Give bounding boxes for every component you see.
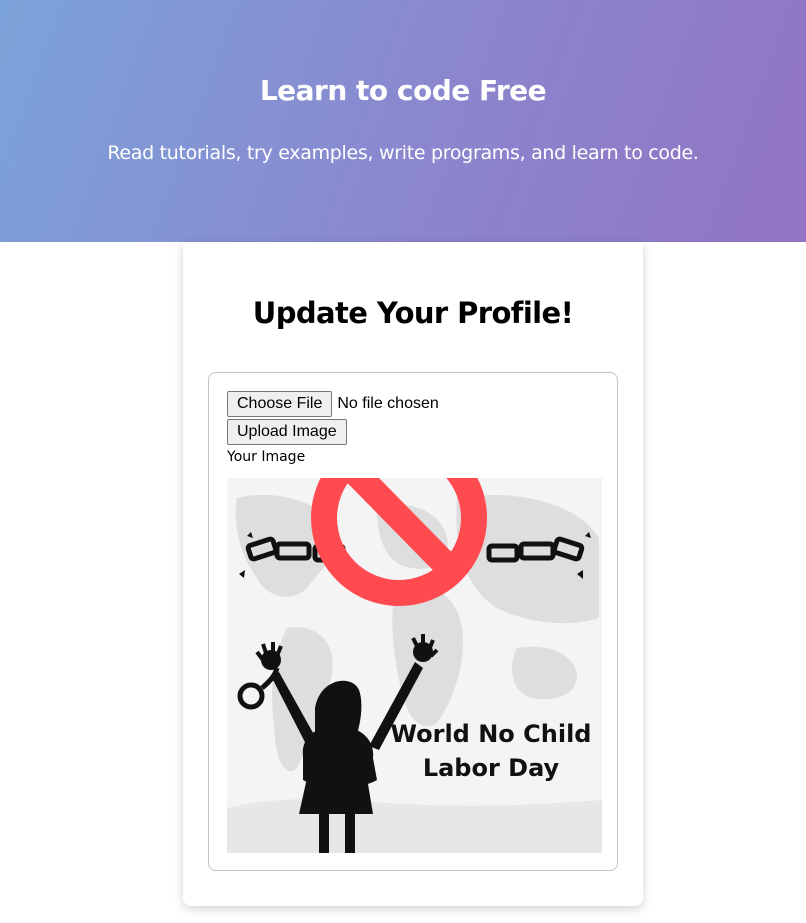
choose-file-button[interactable]: Choose File: [227, 391, 333, 417]
child-labor-day-illustration: World No Child Labor Day: [227, 478, 602, 853]
your-image-label: Your Image: [227, 449, 306, 465]
file-input[interactable]: Choose File No file chosen: [227, 391, 439, 417]
card-title: Update Your Profile!: [252, 296, 574, 330]
profile-image-preview: World No Child Labor Day: [227, 478, 602, 853]
image-text-line1: World No Child: [391, 720, 592, 748]
upload-form: Choose File No file chosen Upload Image …: [208, 372, 618, 871]
hero-title: Learn to code Free: [259, 74, 547, 107]
hero-subtitle: Read tutorials, try examples, write prog…: [107, 142, 699, 164]
file-status-text: No file chosen: [337, 395, 439, 412]
image-text-line2: Labor Day: [423, 754, 560, 782]
upload-image-button[interactable]: Upload Image: [227, 419, 347, 445]
profile-card: Update Your Profile! Choose File No file…: [183, 242, 643, 906]
hero-banner: Learn to code Free Read tutorials, try e…: [0, 0, 806, 242]
